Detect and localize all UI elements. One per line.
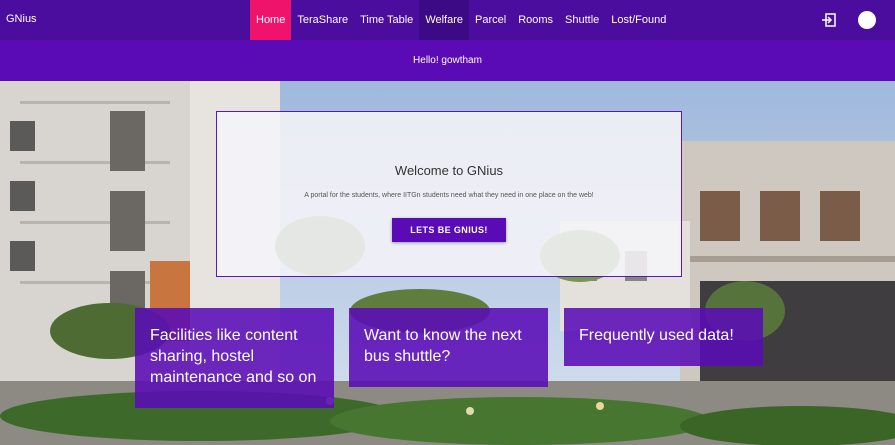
avatar[interactable] xyxy=(858,11,876,29)
feature-tile-shuttle[interactable]: Want to know the next bus shuttle? xyxy=(349,308,548,387)
nav-link-parcel[interactable]: Parcel xyxy=(469,0,512,40)
nav-link-terashare[interactable]: TeraShare xyxy=(291,0,354,40)
nav-links: Home TeraShare Time Table Welfare Parcel… xyxy=(250,0,672,40)
greeting-text: Hello! gowtham xyxy=(413,55,482,66)
welcome-card: Welcome to GNius A portal for the studen… xyxy=(216,111,682,277)
nav-link-lost-found[interactable]: Lost/Found xyxy=(605,0,672,40)
nav-link-welfare[interactable]: Welfare xyxy=(419,0,470,40)
nav-link-shuttle[interactable]: Shuttle xyxy=(559,0,605,40)
nav-link-time-table[interactable]: Time Table xyxy=(354,0,419,40)
lets-be-gnius-button[interactable]: LETS BE GNIUS! xyxy=(392,218,506,242)
nav-link-rooms[interactable]: Rooms xyxy=(512,0,559,40)
nav-link-home[interactable]: Home xyxy=(250,0,292,40)
feature-tile-frequent-data[interactable]: Frequently used data! xyxy=(564,308,763,366)
feature-tile-facilities[interactable]: Facilities like content sharing, hostel … xyxy=(135,308,334,408)
brand-logo-text[interactable]: GNius xyxy=(6,13,37,25)
welcome-title: Welcome to GNius xyxy=(394,163,504,178)
logout-icon[interactable] xyxy=(821,12,837,28)
top-navbar: GNius Home TeraShare Time Table Welfare … xyxy=(0,0,895,40)
greeting-band: Hello! gowtham xyxy=(0,40,895,81)
welcome-subtitle: A portal for the students, where IITGn s… xyxy=(304,192,594,199)
